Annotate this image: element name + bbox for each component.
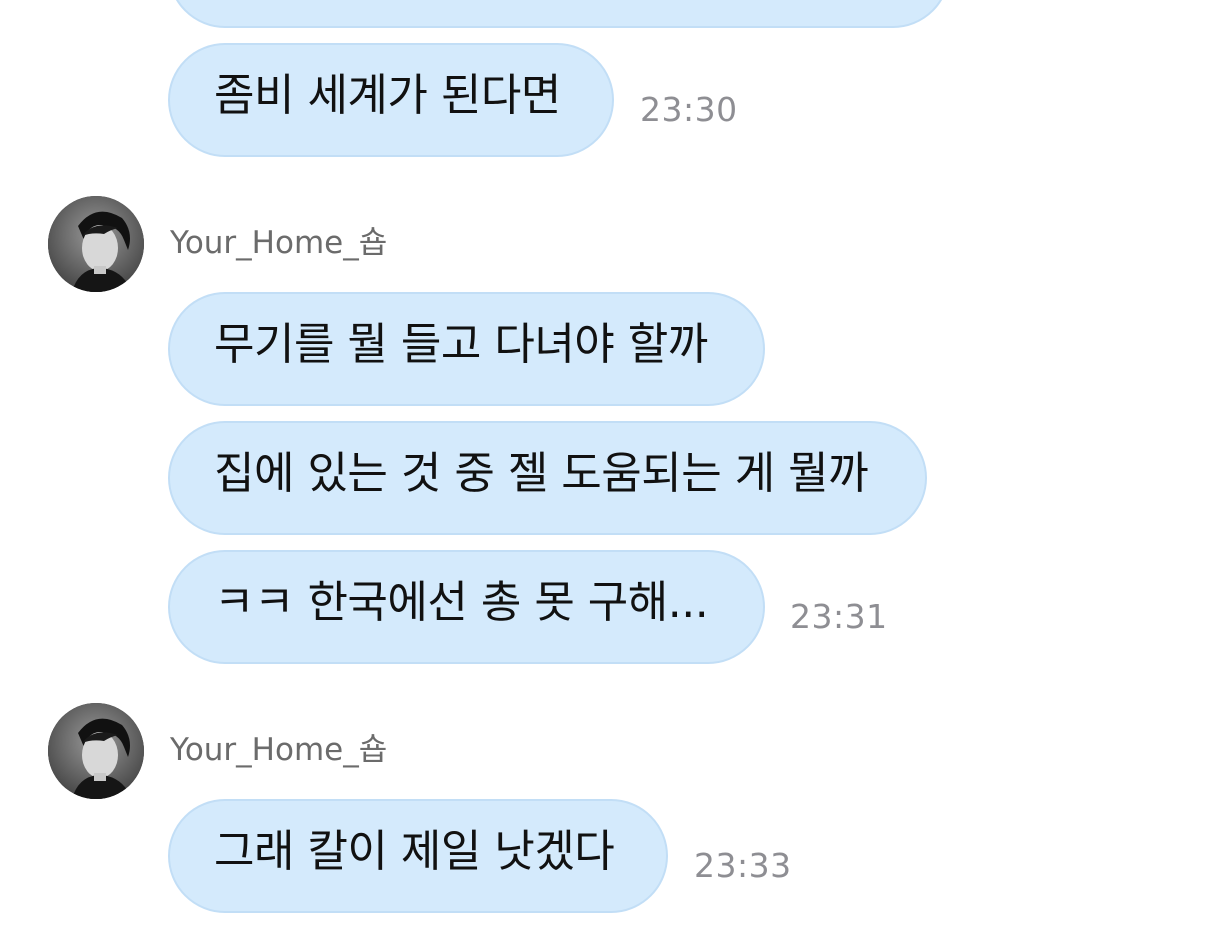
message-text: 좀비 세계가 된다면	[214, 70, 561, 121]
message-text: 무기를 뭘 들고 다녀야 할까	[214, 319, 708, 370]
message-text: ㅋㅋ 한국에선 총 못 구해...	[214, 577, 709, 628]
message-bubble[interactable]: 좀비 세계가 된다면	[168, 43, 614, 157]
avatar[interactable]	[48, 703, 144, 799]
message-timestamp: 23:31	[790, 597, 888, 636]
message-timestamp: 23:30	[640, 90, 738, 129]
message-bubble[interactable]: 그래 칼이 제일 낫겠다	[168, 799, 668, 913]
sender-name: Your_Home_숍	[170, 225, 388, 261]
message-text: 그래 칼이 제일 낫겠다	[214, 826, 615, 877]
message-bubble-partial[interactable]	[168, 0, 950, 28]
message-timestamp: 23:33	[694, 846, 792, 885]
message-bubble[interactable]: 집에 있는 것 중 젤 도움되는 게 뭘까	[168, 421, 927, 535]
chat-screen: 좀비 세계가 된다면 23:30 Your_Home_숍 무기를 뭘 들고 다녀…	[0, 0, 1206, 928]
message-text: 집에 있는 것 중 젤 도움되는 게 뭘까	[214, 448, 869, 499]
profile-photo-icon	[48, 703, 144, 799]
avatar[interactable]	[48, 196, 144, 292]
message-bubble[interactable]: 무기를 뭘 들고 다녀야 할까	[168, 292, 765, 406]
message-bubble[interactable]: ㅋㅋ 한국에선 총 못 구해...	[168, 550, 765, 664]
sender-name: Your_Home_숍	[170, 732, 388, 768]
profile-photo-icon	[48, 196, 144, 292]
